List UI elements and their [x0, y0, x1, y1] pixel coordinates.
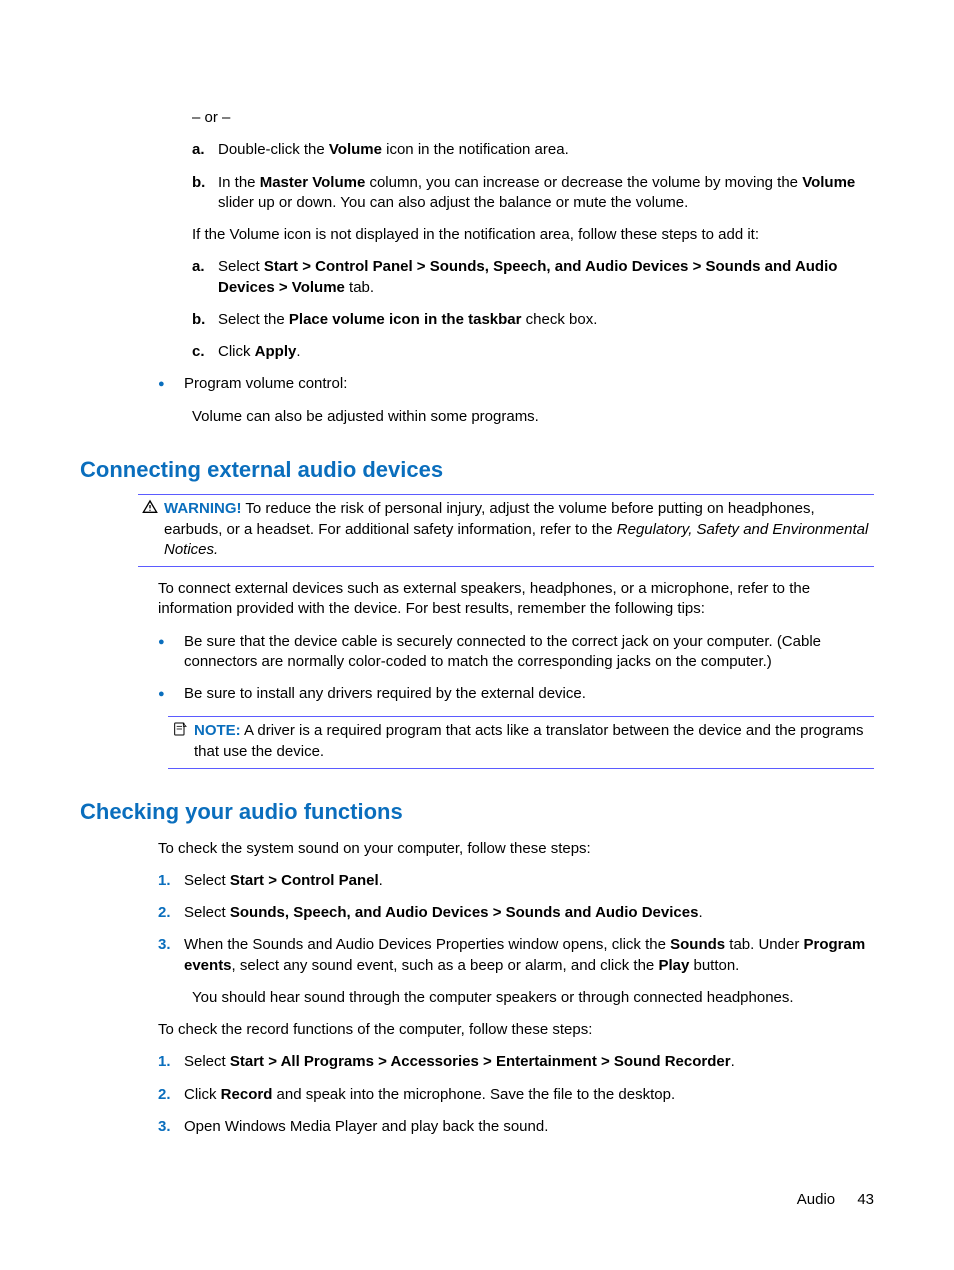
- bullet-icon: ●: [158, 632, 184, 673]
- paragraph: If the Volume icon is not displayed in t…: [192, 225, 874, 245]
- list-item-text: Select Start > Control Panel > Sounds, S…: [218, 257, 874, 298]
- bullet-icon: ●: [158, 684, 184, 704]
- list-item: 1. Select Start > Control Panel.: [158, 871, 874, 891]
- list-item-text: Select Start > Control Panel.: [184, 871, 874, 891]
- list-item-text: Be sure that the device cable is securel…: [184, 632, 874, 673]
- list-item: ● Be sure that the device cable is secur…: [158, 632, 874, 673]
- list-item: 1. Select Start > All Programs > Accesso…: [158, 1052, 874, 1072]
- bullet-icon: ●: [158, 374, 184, 394]
- footer-section: Audio: [797, 1191, 835, 1208]
- list-item-text: Select the Place volume icon in the task…: [218, 310, 874, 330]
- list-item: a. Select Start > Control Panel > Sounds…: [192, 257, 874, 298]
- list-marker: b.: [192, 310, 218, 330]
- note-callout: NOTE: A driver is a required program tha…: [168, 716, 874, 769]
- paragraph: To connect external devices such as exte…: [158, 579, 874, 620]
- list-item: b. Select the Place volume icon in the t…: [192, 310, 874, 330]
- paragraph: To check the record functions of the com…: [158, 1020, 874, 1040]
- list-item-text: Open Windows Media Player and play back …: [184, 1117, 874, 1137]
- list-marker: b.: [192, 173, 218, 214]
- list-marker: c.: [192, 342, 218, 362]
- ordered-list-numbers: 1. Select Start > Control Panel. 2. Sele…: [158, 871, 874, 976]
- list-marker: 2.: [158, 903, 184, 923]
- paragraph: Volume can also be adjusted within some …: [192, 407, 874, 427]
- list-item: 3. When the Sounds and Audio Devices Pro…: [158, 935, 874, 976]
- page-footer: Audio 43: [797, 1190, 874, 1210]
- warning-callout: WARNING! To reduce the risk of personal …: [138, 494, 874, 567]
- list-item-text: Double-click the Volume icon in the noti…: [218, 140, 874, 160]
- list-item: c. Click Apply.: [192, 342, 874, 362]
- ordered-list-letters: a. Select Start > Control Panel > Sounds…: [192, 257, 874, 362]
- list-marker: 1.: [158, 871, 184, 891]
- list-item-text: Select Start > All Programs > Accessorie…: [184, 1052, 874, 1072]
- ordered-list-letters: a. Double-click the Volume icon in the n…: [192, 140, 874, 213]
- note-icon: [168, 721, 192, 762]
- list-marker: 2.: [158, 1085, 184, 1105]
- list-item: ● Program volume control:: [158, 374, 874, 394]
- warning-text: WARNING! To reduce the risk of personal …: [162, 499, 874, 560]
- list-item: 2. Select Sounds, Speech, and Audio Devi…: [158, 903, 874, 923]
- list-marker: a.: [192, 257, 218, 298]
- list-item-text: Be sure to install any drivers required …: [184, 684, 874, 704]
- list-item: 3. Open Windows Media Player and play ba…: [158, 1117, 874, 1137]
- list-item-text: When the Sounds and Audio Devices Proper…: [184, 935, 874, 976]
- list-marker: 3.: [158, 935, 184, 976]
- list-marker: 1.: [158, 1052, 184, 1072]
- list-item-text: Click Apply.: [218, 342, 874, 362]
- note-text: NOTE: A driver is a required program tha…: [192, 721, 874, 762]
- section-heading-checking: Checking your audio functions: [80, 797, 874, 827]
- list-item: a. Double-click the Volume icon in the n…: [192, 140, 874, 160]
- or-separator: – or –: [192, 108, 874, 128]
- list-item-text: Click Record and speak into the micropho…: [184, 1085, 874, 1105]
- list-item: b. In the Master Volume column, you can …: [192, 173, 874, 214]
- list-item-text: In the Master Volume column, you can inc…: [218, 173, 874, 214]
- warning-icon: [138, 499, 162, 560]
- page-number: 43: [857, 1191, 874, 1208]
- ordered-list-numbers: 1. Select Start > All Programs > Accesso…: [158, 1052, 874, 1137]
- list-item: ● Be sure to install any drivers require…: [158, 684, 874, 704]
- list-item-text: Program volume control:: [184, 374, 874, 394]
- list-item: 2. Click Record and speak into the micro…: [158, 1085, 874, 1105]
- document-page: – or – a. Double-click the Volume icon i…: [0, 0, 954, 1270]
- paragraph: You should hear sound through the comput…: [192, 988, 874, 1008]
- bullet-list: ● Be sure that the device cable is secur…: [158, 632, 874, 705]
- list-item-text: Select Sounds, Speech, and Audio Devices…: [184, 903, 874, 923]
- list-marker: 3.: [158, 1117, 184, 1137]
- list-marker: a.: [192, 140, 218, 160]
- paragraph: To check the system sound on your comput…: [158, 839, 874, 859]
- section-heading-connecting: Connecting external audio devices: [80, 455, 874, 485]
- bullet-list: ● Program volume control:: [158, 374, 874, 394]
